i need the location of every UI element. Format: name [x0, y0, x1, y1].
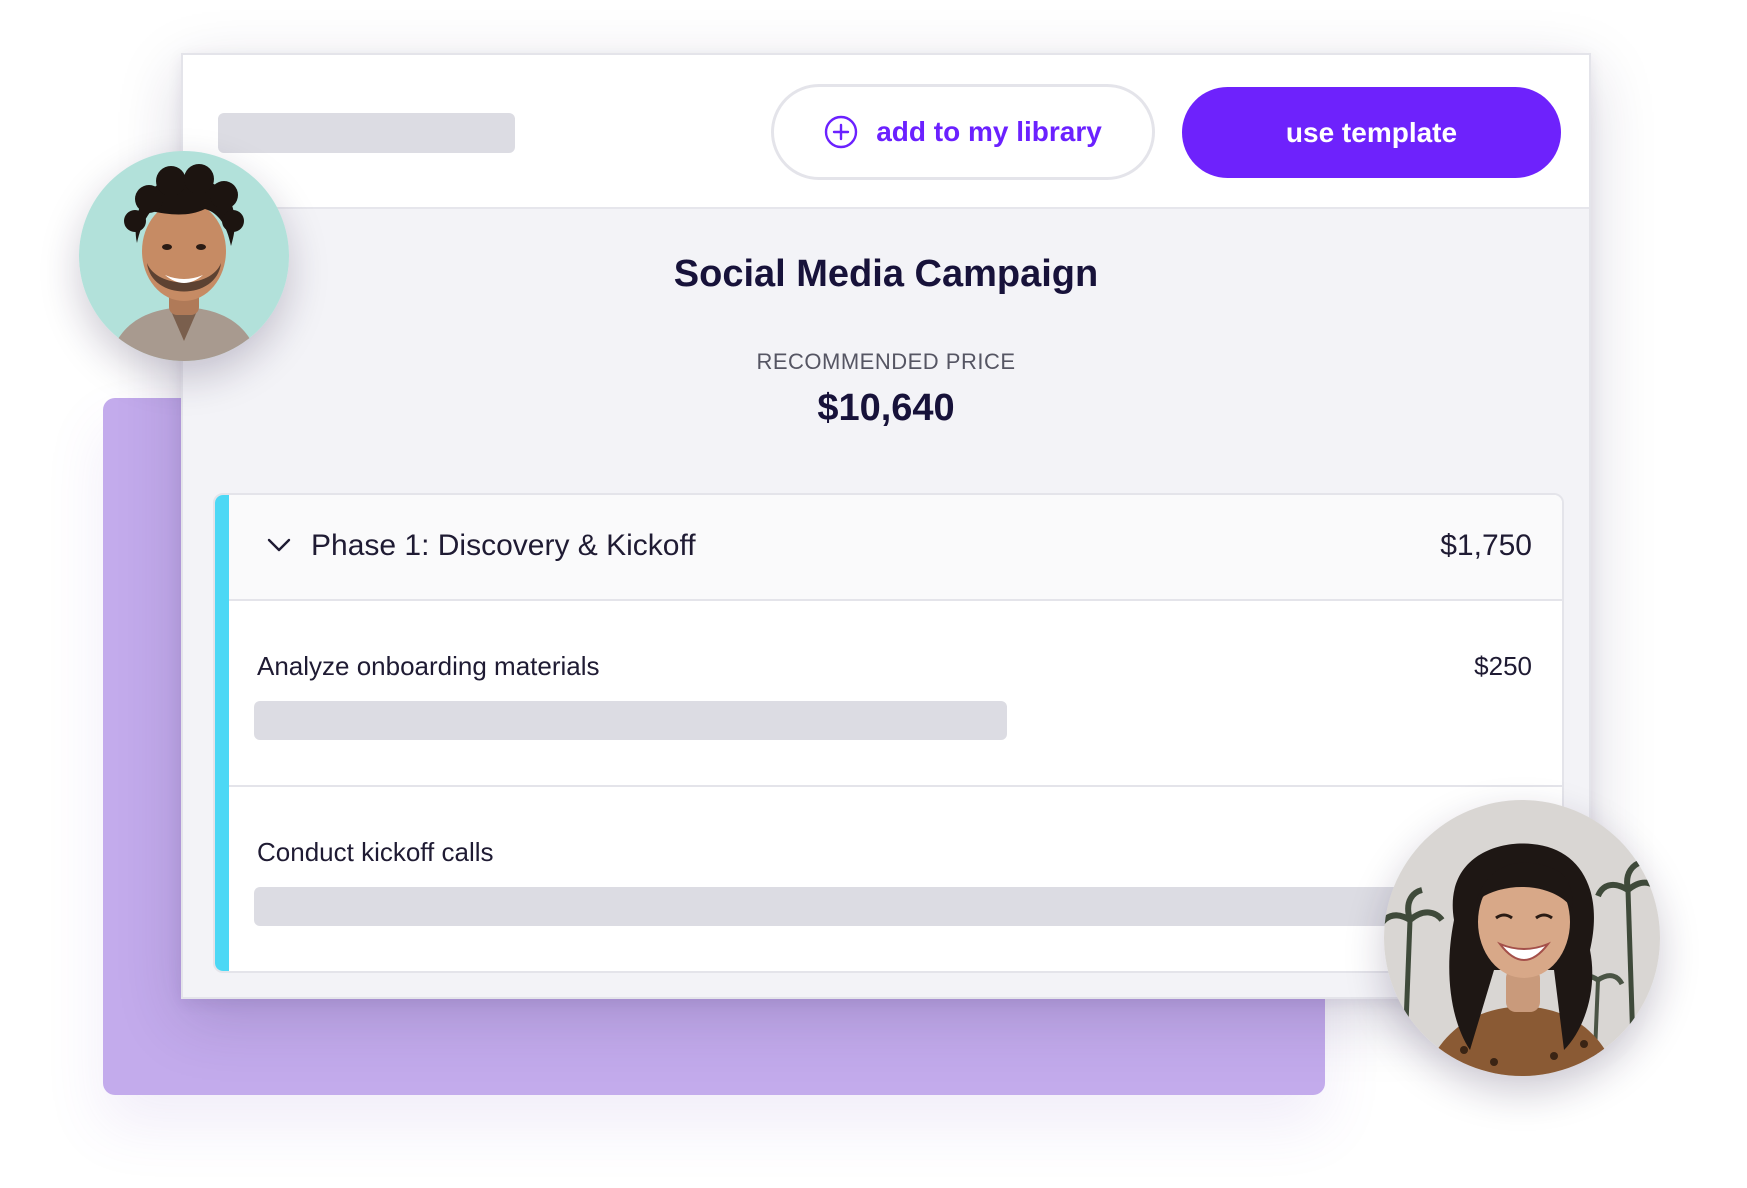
- page-title: Social Media Campaign: [673, 253, 1099, 295]
- avatar: [1384, 800, 1660, 1076]
- add-to-library-label: add to my library: [876, 116, 1102, 147]
- task-description-placeholder: [254, 887, 1524, 926]
- phase-accent-bar: [215, 495, 229, 971]
- task-row[interactable]: Analyze onboarding materials $250: [229, 601, 1562, 787]
- chevron-down-icon[interactable]: [265, 535, 293, 555]
- card-header: add to my library use template: [183, 55, 1589, 209]
- task-row[interactable]: Conduct kickoff calls: [229, 787, 1562, 971]
- phase-panel: Phase 1: Discovery & Kickoff $1,750 Anal…: [213, 493, 1564, 973]
- title-placeholder: [218, 113, 515, 153]
- add-to-library-button[interactable]: add to my library: [771, 84, 1155, 180]
- plus-circle-icon: [824, 115, 858, 149]
- task-name: Analyze onboarding materials: [257, 651, 600, 681]
- use-template-button[interactable]: use template: [1182, 87, 1561, 178]
- phase-header[interactable]: Phase 1: Discovery & Kickoff $1,750: [229, 495, 1562, 601]
- phase-price: $1,750: [1440, 529, 1532, 562]
- task-description-placeholder: [254, 701, 1007, 740]
- template-card: add to my library use template Social Me…: [181, 53, 1591, 999]
- task-price: $250: [1474, 651, 1532, 681]
- task-name: Conduct kickoff calls: [257, 837, 494, 867]
- avatar: [79, 151, 289, 361]
- phase-title: Phase 1: Discovery & Kickoff: [311, 529, 696, 562]
- recommended-price-value: $10,640: [817, 387, 955, 429]
- recommended-price-label: RECOMMENDED PRICE: [756, 349, 1016, 374]
